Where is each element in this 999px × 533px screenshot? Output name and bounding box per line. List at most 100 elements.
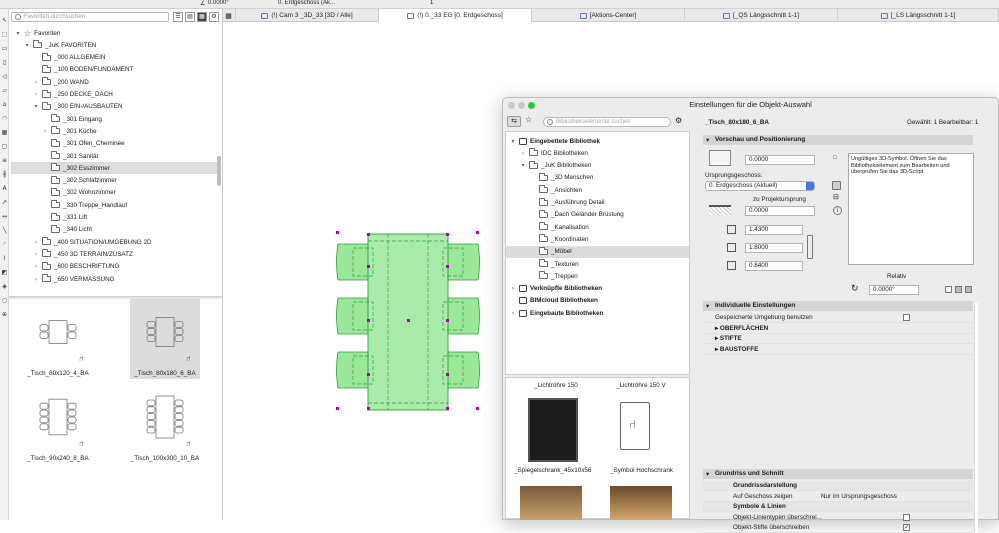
angle-input[interactable]: 0.0000° [869, 285, 919, 295]
angle-value[interactable]: 0.0000° [208, 0, 229, 6]
relative-toggle[interactable]: Relativ [887, 273, 906, 280]
library-tree-item[interactable]: _3D Menschen [506, 172, 689, 184]
plan-setting-row[interactable]: Auf Geschoss zeigen Nur im Ursprungsgesch… [703, 492, 973, 502]
tree-item[interactable]: _301 Eingang [11, 113, 217, 125]
line-tool-icon[interactable]: ╲ [1, 227, 8, 234]
tree-item[interactable]: _100 BODEN/FUNDAMENT [11, 64, 217, 76]
favorite-card[interactable]: ⑁ _Tisch_90x240_8_BA [23, 384, 93, 464]
arrow-tool-icon[interactable]: ↖ [1, 17, 8, 24]
mirror-cabinet-thumbnail[interactable] [528, 398, 578, 462]
zone-tool-icon[interactable]: ▢ [1, 143, 8, 150]
plan-setting-row[interactable]: Symbole & Linien [703, 502, 973, 512]
proportion-lock-icon[interactable] [807, 235, 813, 259]
favorite-card[interactable]: ⑁ _Tisch_80x120_4_BA [23, 299, 93, 379]
tree-item[interactable]: _340 Licht [11, 224, 217, 236]
roof-tool-icon[interactable]: ⌂ [1, 101, 8, 108]
chevron-icon[interactable]: › [33, 239, 39, 246]
counter-value[interactable]: 1 [430, 0, 433, 6]
preview-label[interactable]: _Spiegelschrank_45x10x56 [514, 467, 591, 474]
tree-item[interactable]: › _301 Küche [11, 125, 217, 137]
setting-row[interactable]: Gespeicherte Umgebung benutzen [703, 313, 973, 323]
chevron-icon[interactable]: › [33, 276, 39, 283]
chevron-icon[interactable]: › [510, 310, 516, 317]
label-tool-icon[interactable]: ↗ [1, 199, 8, 206]
slab-tool-icon[interactable]: ▱ [1, 87, 8, 94]
dimension-tool-icon[interactable]: ↔ [1, 213, 8, 220]
library-tree-item[interactable]: _Ausführung Detail [506, 197, 689, 209]
preview-label[interactable]: _Lichtröhre 150 V [616, 382, 666, 389]
circle-tool-icon[interactable]: ○ [1, 297, 8, 304]
column-tool-icon[interactable]: ▯ [1, 59, 8, 66]
cabinet-symbol-thumbnail[interactable]: ⑁ [620, 402, 650, 450]
chevron-icon[interactable]: › [33, 79, 39, 86]
section-preview-positioning[interactable]: Vorschau und Positionierung [703, 135, 973, 145]
railing-tool-icon[interactable]: ╫ [1, 171, 8, 178]
width-input[interactable]: 1.4300 [745, 225, 803, 235]
chevron-icon[interactable]: ▾ [520, 162, 526, 169]
favorites-search-input[interactable]: Favoriten durchsuchen [11, 12, 169, 22]
chevron-icon[interactable]: › [520, 150, 526, 157]
selected-table-object[interactable] [336, 231, 480, 411]
detail-view-button[interactable]: ▤ [185, 12, 195, 22]
marquee-tool-icon[interactable]: ⬚ [1, 31, 8, 38]
setting-row[interactable]: ▸ BAUSTOFFE [703, 345, 973, 355]
chevron-icon[interactable]: › [33, 263, 39, 270]
origin-story-select[interactable]: 0. Erdgeschoss (Aktuell) [705, 181, 815, 191]
figure-tool-icon[interactable]: ◈ [1, 283, 8, 290]
plan-setting-row[interactable]: Objekt-Stifte überschreiben ✓ [703, 523, 973, 533]
stair-tool-icon[interactable]: ≡ [1, 157, 8, 164]
text-tool-icon[interactable]: A [1, 185, 8, 192]
gear-icon[interactable]: ⚙ [675, 116, 682, 125]
view-option-button[interactable] [955, 286, 962, 293]
chevron-icon[interactable]: › [510, 285, 516, 292]
tree-item[interactable]: ▾ _300 EIN-/AUSBAUTEN [11, 101, 217, 113]
tab-section-ls[interactable]: [_LS Längsschnitt 1-1] [838, 9, 999, 22]
polyline-tool-icon[interactable]: ⌇ [1, 255, 8, 262]
chevron-icon[interactable]: ▾ [24, 42, 30, 49]
tree-item[interactable]: › _400 SITUATION/UMGEBUNG 2D [11, 236, 217, 248]
tree-item[interactable]: › _600 BESCHRIFTUNG [11, 261, 217, 273]
mesh-tool-icon[interactable]: ▦ [1, 129, 8, 136]
offset-input[interactable]: 0.0000 [745, 206, 815, 216]
library-tree-item[interactable]: _Möbel [506, 245, 689, 258]
height-input[interactable]: 0.8400 [745, 261, 803, 271]
section-view-icon[interactable]: ⊟ [833, 193, 842, 202]
3d-view-icon[interactable] [832, 181, 841, 190]
tree-item[interactable]: › _450 3D TERRAIN/ZUSATZ [11, 248, 217, 260]
tree-item[interactable]: _301 Ofen_Cheminee [11, 138, 217, 150]
favorite-card[interactable]: ⑁ _Tisch_80x180_6_BA [130, 299, 200, 379]
favorites-star-icon[interactable]: ☆ [525, 115, 532, 124]
tree-item[interactable]: ▾ ☆ Favoriten [11, 27, 217, 39]
tab-overview-button[interactable]: ▦ [222, 9, 236, 22]
plan-setting-row[interactable]: Grundrissdarstellung [703, 481, 973, 491]
plan-setting-value[interactable]: Nur im Ursprungsgeschoss [821, 492, 897, 502]
preview-label[interactable]: _Lichtröhre 150 [534, 382, 578, 389]
elevation-input[interactable]: 0.0000 [745, 155, 815, 165]
library-tree-item[interactable]: _Kanalisation [506, 221, 689, 233]
section-plan-section[interactable]: Grundriss und Schnitt [703, 469, 973, 479]
library-nav-button[interactable]: ⇆ [507, 116, 521, 127]
navigator-options-button[interactable]: ⚙ [209, 12, 219, 22]
hotspot-tool-icon[interactable]: ⊕ [1, 311, 8, 318]
wall-tool-icon[interactable]: ▭ [1, 45, 8, 52]
tree-item[interactable]: › _200 WAND [11, 76, 217, 88]
chevron-icon[interactable]: ▾ [15, 30, 21, 37]
fill-tool-icon[interactable]: ◩ [1, 269, 8, 276]
favorite-card[interactable]: ⑁ _Tisch_100x300_10_BA [130, 384, 200, 464]
tab-floor-plan[interactable]: (!) 0._33 EG [0. Erdgeschoss] [379, 9, 532, 22]
plan-setting-checkbox[interactable]: ✓ [903, 524, 910, 531]
library-tree-item[interactable]: › Eingebaute Bibliotheken [506, 307, 689, 319]
mirror-checkbox[interactable] [945, 286, 952, 293]
tab-section-qs[interactable]: [_QS Längsschnitt 1-1] [685, 9, 838, 22]
library-tree-item[interactable]: _Ansichten [506, 184, 689, 196]
setting-checkbox[interactable] [903, 314, 910, 321]
beam-tool-icon[interactable]: ◁ [1, 73, 8, 80]
tree-item[interactable]: _331 Lift [11, 212, 217, 224]
setting-row[interactable]: ▸ OBERFLÄCHEN [703, 324, 973, 334]
tree-item[interactable]: _301 Sanitär [11, 150, 217, 162]
library-tree-item[interactable]: _Koordinaten [506, 233, 689, 245]
tree-item[interactable]: › _250 DECKE_DACH [11, 89, 217, 101]
tree-item[interactable]: _000 ALLGEMEIN [11, 52, 217, 64]
library-search-input[interactable]: Bibliothekselemente suchen [543, 117, 671, 127]
tree-scrollbar[interactable] [217, 156, 221, 186]
